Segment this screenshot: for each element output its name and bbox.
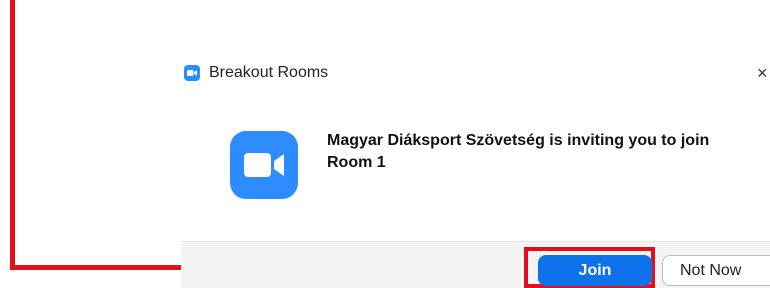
zoom-logo-icon bbox=[230, 131, 298, 199]
zoom-camera-icon bbox=[184, 65, 200, 81]
close-icon[interactable]: × bbox=[757, 62, 768, 84]
not-now-button[interactable]: Not Now bbox=[662, 255, 770, 286]
dialog-titlebar: Breakout Rooms bbox=[181, 62, 328, 84]
breakout-rooms-dialog: Breakout Rooms × Magyar Diáksport Szövet… bbox=[181, 52, 770, 288]
join-button[interactable]: Join bbox=[538, 255, 652, 286]
screenshot-stage: Breakout Rooms × Magyar Diáksport Szövet… bbox=[0, 0, 770, 288]
invite-message: Magyar Diáksport Szövetség is inviting y… bbox=[327, 132, 710, 171]
annotation-arrow-vertical bbox=[10, 0, 15, 268]
dialog-title: Breakout Rooms bbox=[209, 64, 329, 81]
